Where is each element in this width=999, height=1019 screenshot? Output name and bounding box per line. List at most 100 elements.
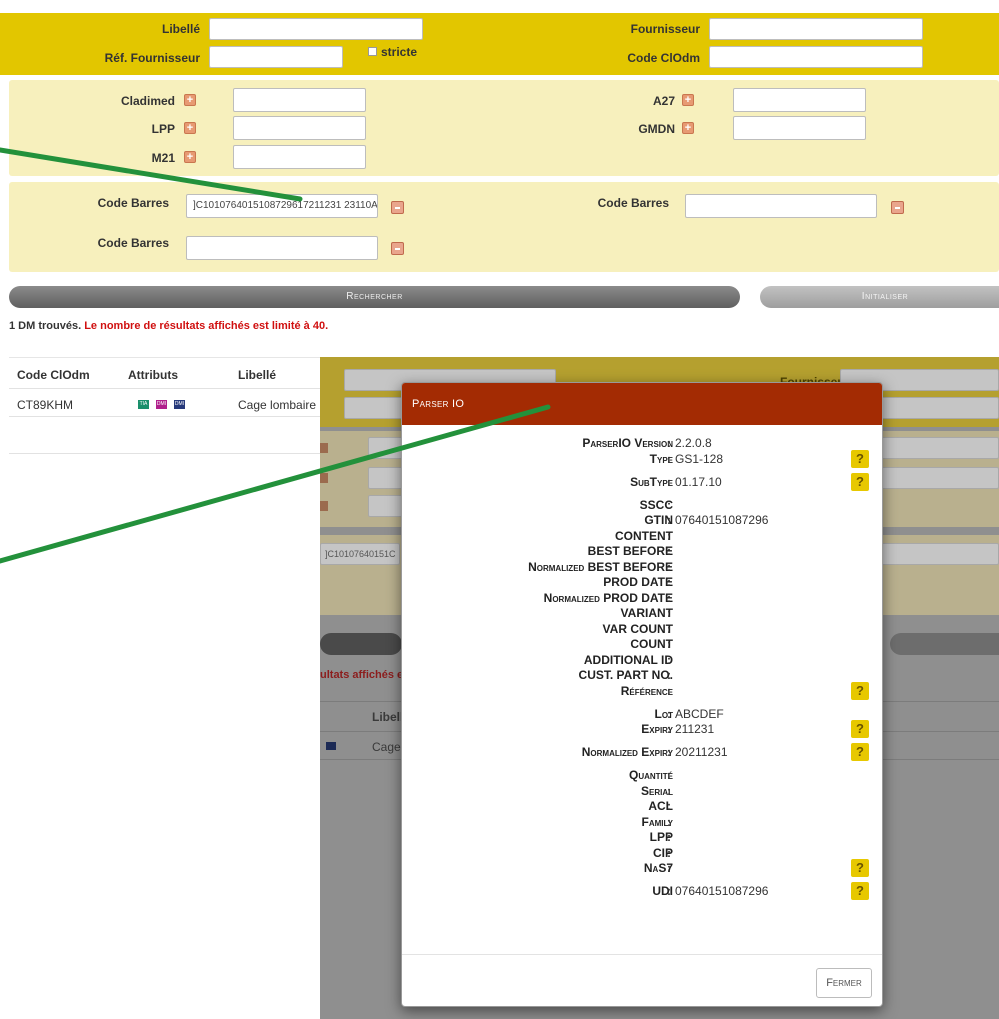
modal-footer-divider	[402, 954, 882, 955]
fournisseur-input[interactable]	[709, 18, 923, 40]
modal-field-key: BEST BEFORE	[587, 544, 673, 558]
a27-label: A27	[652, 94, 675, 108]
modal-field-row: BEST BEFORE:	[402, 544, 882, 558]
rechercher-button[interactable]: Rechercher	[9, 286, 740, 308]
cladimed-add-icon[interactable]: +	[184, 94, 196, 106]
barcode-panel: Code Barres ]C1010764015108729617211231 …	[9, 182, 999, 272]
libelle-label: Libellé	[161, 22, 200, 36]
cladimed-label: Cladimed	[120, 94, 175, 108]
modal-field-row: CUST. PART NO.:	[402, 668, 882, 682]
gmdn-input[interactable]	[733, 116, 866, 140]
modal-field-row: UDI:07640151087296?	[402, 882, 882, 900]
modal-field-row: GTIN:07640151087296	[402, 513, 882, 527]
m21-input[interactable]	[233, 145, 366, 169]
background-input-10	[880, 543, 999, 565]
modal-field-colon: :	[667, 528, 671, 543]
background-input-4	[880, 397, 999, 419]
fournisseur-label: Fournisseur	[630, 22, 700, 36]
modal-field-row: Normalized PROD DATE:	[402, 590, 882, 605]
background-input-9	[880, 467, 999, 489]
m21-add-icon[interactable]: +	[184, 151, 196, 163]
modal-title: Parser IO	[402, 383, 882, 425]
modal-field-row: LPP:	[402, 830, 882, 844]
modal-field-row: CONTENT:	[402, 528, 882, 543]
row-code[interactable]: CT89KHM	[17, 398, 73, 412]
modal-field-colon: :	[667, 474, 671, 489]
modal-field-value: 2.2.0.8	[675, 436, 712, 450]
modal-field-value: 01.17.10	[675, 474, 722, 489]
modal-field-colon: :	[667, 575, 671, 589]
modal-field-colon: :	[667, 722, 671, 736]
modal-field-key: CUST. PART NO.	[578, 668, 673, 682]
modal-field-key: ADDITIONAL ID	[583, 652, 673, 667]
modal-field-key: Normalized PROD DATE	[543, 590, 673, 605]
code-barres-label-2: Code Barres	[97, 236, 169, 250]
modal-field-key: PROD DATE	[603, 575, 673, 589]
col-header-code[interactable]: Code ClOdm	[17, 368, 90, 382]
help-icon[interactable]: ?	[851, 882, 869, 900]
modal-field-row: Normalized Expiry:20211231?	[402, 743, 882, 761]
modal-field-colon: :	[667, 652, 671, 667]
modal-field-colon: :	[667, 559, 671, 574]
background-warning-text: ultats affichés e	[320, 669, 404, 681]
code-clodm-input[interactable]	[709, 46, 923, 68]
help-icon[interactable]: ?	[851, 681, 869, 700]
col-header-attributs[interactable]: Attributs	[128, 368, 178, 382]
a27-add-icon[interactable]: +	[682, 94, 694, 106]
a27-input[interactable]	[733, 88, 866, 112]
code-barres-label-1: Code Barres	[97, 196, 169, 210]
tia-badge-icon: TIA	[138, 400, 149, 409]
code-barres-input-2[interactable]	[186, 236, 378, 260]
modal-field-value: 07640151087296	[675, 884, 769, 898]
modal-field-colon: :	[667, 884, 671, 898]
modal-field-row: VAR COUNT:	[402, 622, 882, 636]
modal-field-row: ACL:	[402, 799, 882, 813]
modal-field-row: Quantité:	[402, 768, 882, 782]
lpp-add-icon[interactable]: +	[184, 122, 196, 134]
m21-label: M21	[151, 151, 175, 165]
code-barres-clear-icon-1[interactable]	[391, 201, 404, 214]
code-barres-input-3[interactable]	[685, 194, 877, 218]
help-icon[interactable]: ?	[851, 449, 869, 468]
ref-fournisseur-input[interactable]	[209, 46, 343, 68]
help-icon[interactable]: ?	[851, 472, 869, 491]
modal-field-row: Expiry:211231?	[402, 720, 882, 738]
gmdn-add-icon[interactable]: +	[682, 122, 694, 134]
lpp-label: LPP	[151, 122, 175, 136]
modal-field-key: CONTENT	[615, 528, 673, 543]
modal-field-key: Normalized BEST BEFORE	[528, 559, 673, 574]
help-icon[interactable]: ?	[851, 859, 869, 877]
modal-field-row: NaS7:?	[402, 859, 882, 877]
cladimed-input[interactable]	[233, 88, 366, 112]
modal-field-row: SSCC:	[402, 498, 882, 512]
background-cell-label: Cage	[372, 740, 401, 754]
lpp-input[interactable]	[233, 116, 366, 140]
background-barcode-input: ]C10107640151C	[320, 543, 400, 565]
code-barres-input-1[interactable]: ]C1010764015108729617211231 23110ABC	[186, 194, 378, 218]
stricte-label: stricte	[381, 45, 418, 59]
modal-field-colon: :	[667, 706, 671, 721]
result-count: 1 DM trouvés.	[9, 320, 82, 332]
modal-field-colon: :	[667, 768, 671, 782]
libelle-input[interactable]	[209, 18, 423, 40]
modal-field-row: Normalized BEST BEFORE:	[402, 559, 882, 574]
modal-field-row: COUNT:	[402, 637, 882, 651]
initialiser-button[interactable]: Initialiser	[760, 286, 999, 308]
stricte-checkbox[interactable]	[368, 47, 377, 56]
search-header-band: Libellé Réf. Fournisseur stricte Fournis…	[0, 13, 999, 75]
help-icon[interactable]: ?	[851, 743, 869, 761]
fermer-button[interactable]: Fermer	[816, 968, 872, 998]
modal-field-colon: :	[667, 830, 671, 844]
help-icon[interactable]: ?	[851, 720, 869, 738]
modal-field-key: Référence	[620, 683, 673, 698]
col-header-libelle[interactable]: Libellé	[238, 368, 276, 382]
modal-field-colon: :	[667, 745, 671, 759]
modal-field-colon: :	[667, 606, 671, 620]
code-barres-clear-icon-3[interactable]	[891, 201, 904, 214]
result-limit-warning: Le nombre de résultats affichés est limi…	[84, 320, 329, 332]
code-barres-clear-icon-2[interactable]	[391, 242, 404, 255]
modal-field-row: PROD DATE:	[402, 575, 882, 589]
row-libelle[interactable]: Cage lombaire l	[238, 398, 322, 412]
modal-field-colon: :	[667, 668, 671, 682]
modal-field-colon: :	[667, 783, 671, 798]
